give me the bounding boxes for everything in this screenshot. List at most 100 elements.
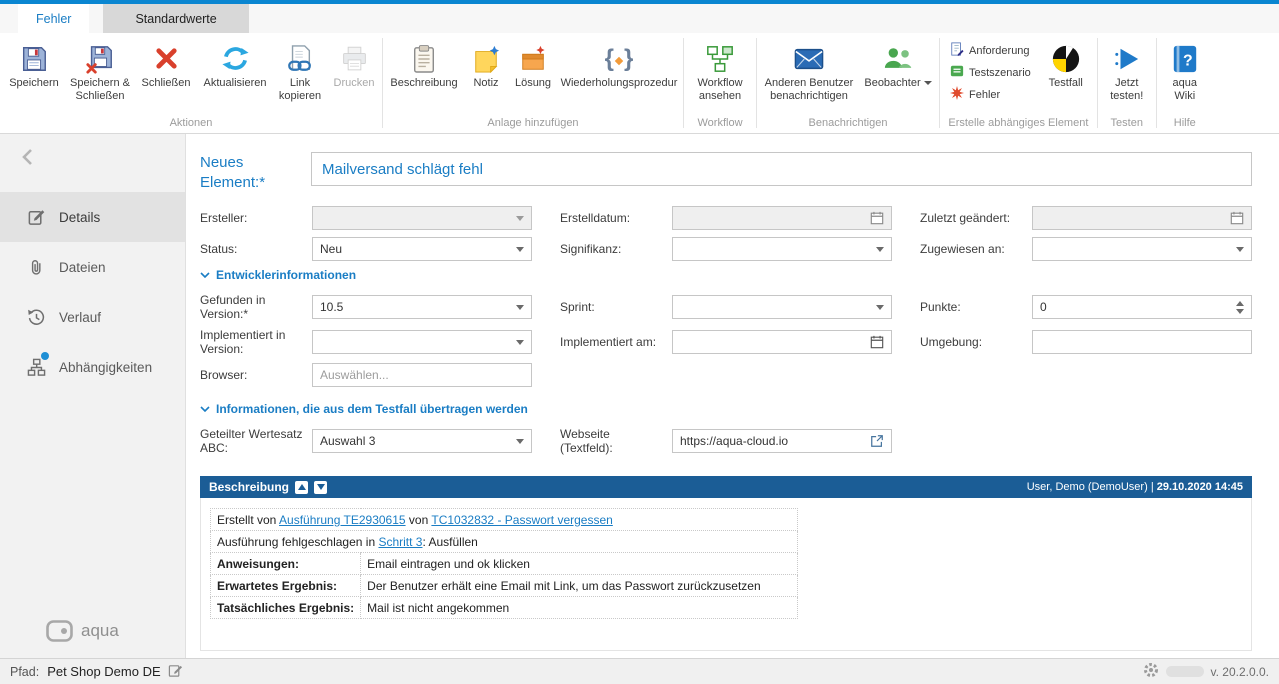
- sidebar-item-abhaengigkeiten[interactable]: Abhängigkeiten: [0, 342, 185, 392]
- test-case-icon: [1051, 40, 1081, 77]
- add-repro-steps-button[interactable]: {} Wiederholungsprozedur: [557, 35, 681, 116]
- webseite-input[interactable]: https://aqua-cloud.io: [672, 429, 892, 453]
- dependencies-icon: [26, 357, 46, 377]
- test-now-button[interactable]: Jetzt testen!: [1100, 35, 1154, 116]
- chevron-down-icon: [200, 406, 210, 412]
- status-value: Neu: [320, 242, 342, 256]
- sidebar-item-dateien[interactable]: Dateien: [0, 242, 185, 292]
- erwartetes-ergebnis-label: Erwartetes Ergebnis:: [211, 575, 361, 597]
- gear-icon[interactable]: [1143, 662, 1159, 681]
- wertesatz-label: Geteilter Wertesatz ABC:: [200, 427, 312, 455]
- implementiert-am-label: Implementiert am:: [560, 335, 672, 349]
- signifikanz-dropdown[interactable]: [672, 237, 892, 261]
- description-author: User, Demo (DemoUser): [1027, 481, 1148, 493]
- sprint-dropdown[interactable]: [672, 295, 892, 319]
- move-up-icon[interactable]: [295, 481, 308, 494]
- view-workflow-label: Workflow ansehen: [688, 77, 752, 103]
- envelope-icon: [794, 40, 824, 77]
- tatsaechliches-ergebnis-label: Tatsächliches Ergebnis:: [211, 597, 361, 619]
- workflow-icon: [705, 40, 735, 77]
- refresh-icon: [221, 40, 250, 77]
- external-link-icon[interactable]: [870, 434, 884, 448]
- edit-path-icon[interactable]: [168, 663, 183, 681]
- notify-user-button[interactable]: Anderen Benutzer benachrichtigen: [759, 35, 859, 116]
- close-label: Schließen: [142, 77, 191, 90]
- test-scenario-icon: [950, 64, 964, 81]
- add-description-button[interactable]: Beschreibung: [385, 35, 463, 116]
- step-link[interactable]: Schritt 3: [378, 535, 422, 549]
- gefunden-in-version-dropdown[interactable]: 10.5: [312, 295, 532, 319]
- ersteller-dropdown[interactable]: [312, 206, 532, 230]
- refresh-button[interactable]: Aktualisieren: [198, 35, 272, 116]
- save-and-close-button[interactable]: Speichern & Schließen: [66, 35, 134, 116]
- create-test-scenario-label: Testszenario: [969, 67, 1031, 79]
- ribbon-group-anlage: Beschreibung Notiz Lösung {}: [383, 33, 683, 133]
- save-close-label: Speichern & Schließen: [68, 77, 132, 103]
- section-testfall-informationen[interactable]: Informationen, die aus dem Testfall über…: [200, 402, 1252, 416]
- close-button[interactable]: Schließen: [134, 35, 198, 116]
- ribbon-group-hilfe: ? aqua Wiki Hilfe: [1157, 33, 1213, 133]
- zoom-slider[interactable]: [1166, 666, 1204, 677]
- gefunden-in-version-value: 10.5: [320, 300, 343, 314]
- brace-left: {: [605, 45, 614, 73]
- implementiert-am-datepicker[interactable]: [672, 330, 892, 354]
- table-row: Tatsächliches Ergebnis: Mail ist nicht a…: [211, 597, 798, 619]
- sidebar-item-verlauf[interactable]: Verlauf: [0, 292, 185, 342]
- add-repro-steps-label: Wiederholungsprozedur: [561, 77, 678, 90]
- tab-standardwerte[interactable]: Standardwerte: [103, 4, 248, 33]
- sidebar: Details Dateien Verlauf Abhängigkeiten a…: [0, 134, 186, 658]
- punkte-stepper[interactable]: 0: [1032, 295, 1252, 319]
- wertesatz-dropdown[interactable]: Auswahl 3: [312, 429, 532, 453]
- requirement-icon: [950, 42, 964, 59]
- copy-link-button[interactable]: Link kopieren: [272, 35, 328, 116]
- save-button[interactable]: Speichern: [2, 35, 66, 116]
- punkte-value: 0: [1040, 300, 1047, 314]
- aqua-wiki-label: aqua Wiki: [1161, 77, 1209, 103]
- browser-combo[interactable]: Auswählen...: [312, 363, 532, 387]
- chevron-down-icon: [1236, 247, 1244, 252]
- create-requirement-button[interactable]: Anforderung: [950, 42, 1031, 59]
- aqua-wiki-button[interactable]: ? aqua Wiki: [1159, 35, 1211, 116]
- sidebar-item-details[interactable]: Details: [0, 192, 185, 242]
- section-entwicklerinformationen[interactable]: Entwicklerinformationen: [200, 268, 1252, 282]
- implementiert-in-version-label: Implementiert in Version:: [200, 328, 312, 356]
- create-test-scenario-button[interactable]: Testszenario: [950, 64, 1031, 81]
- zugewiesen-label: Zugewiesen an:: [920, 242, 1032, 256]
- implementiert-in-version-dropdown[interactable]: [312, 330, 532, 354]
- chevron-down-icon: [516, 216, 524, 221]
- view-workflow-button[interactable]: Workflow ansehen: [686, 35, 754, 116]
- description-table: Erstellt von Ausführung TE2930615 von TC…: [210, 508, 798, 619]
- erstelldatum-label: Erstelldatum:: [560, 211, 672, 225]
- solution-icon: [519, 40, 547, 77]
- description-body: Erstellt von Ausführung TE2930615 von TC…: [200, 498, 1252, 651]
- group-label-hilfe: Hilfe: [1159, 116, 1211, 132]
- clipboard-icon: [411, 40, 437, 77]
- chevron-down-icon: [516, 439, 524, 444]
- add-solution-label: Lösung: [515, 77, 551, 90]
- umgebung-input[interactable]: [1032, 330, 1252, 354]
- testcase-link[interactable]: TC1032832 - Passwort vergessen: [431, 513, 612, 527]
- status-dropdown[interactable]: Neu: [312, 237, 532, 261]
- zugewiesen-dropdown[interactable]: [1032, 237, 1252, 261]
- tab-fehler[interactable]: Fehler: [18, 4, 89, 33]
- save-label: Speichern: [9, 77, 59, 90]
- print-button[interactable]: Drucken: [328, 35, 380, 116]
- add-note-button[interactable]: Notiz: [463, 35, 509, 116]
- stepper-arrows-icon[interactable]: [1236, 301, 1244, 314]
- create-defect-button[interactable]: Fehler: [950, 86, 1031, 103]
- add-solution-button[interactable]: Lösung: [509, 35, 557, 116]
- history-icon: [26, 307, 46, 327]
- create-test-case-button[interactable]: Testfall: [1037, 35, 1095, 116]
- sidebar-collapse-button[interactable]: [0, 134, 185, 180]
- erstelldatum-field[interactable]: [672, 206, 892, 230]
- sidebar-item-verlauf-label: Verlauf: [59, 310, 101, 325]
- note-icon: [472, 40, 500, 77]
- watcher-button[interactable]: Beobachter: [859, 35, 937, 116]
- zuletzt-geaendert-field[interactable]: [1032, 206, 1252, 230]
- anweisungen-value: Email eintragen und ok klicken: [361, 553, 798, 575]
- move-down-icon[interactable]: [314, 481, 327, 494]
- execution-link[interactable]: Ausführung TE2930615: [279, 513, 406, 527]
- browser-placeholder: Auswählen...: [320, 368, 389, 382]
- defect-icon: [950, 86, 964, 103]
- title-input[interactable]: [311, 152, 1252, 186]
